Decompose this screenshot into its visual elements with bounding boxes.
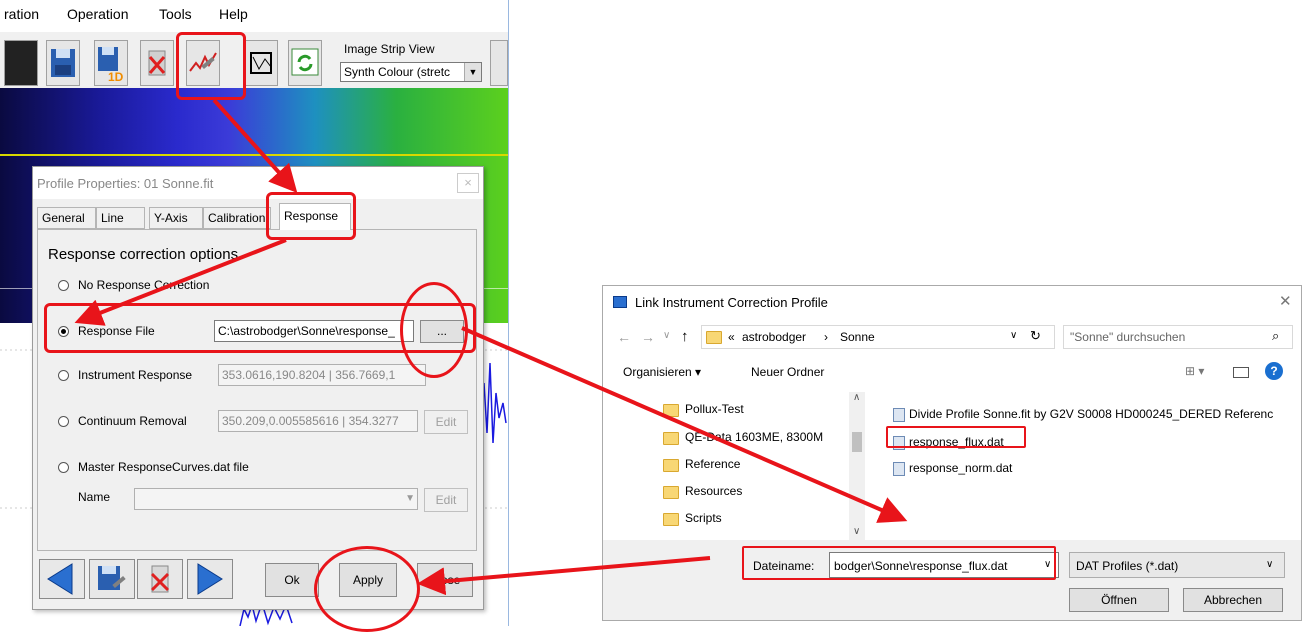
annotation-arrows [74,98,908,596]
tab-response[interactable]: Response [279,203,351,230]
